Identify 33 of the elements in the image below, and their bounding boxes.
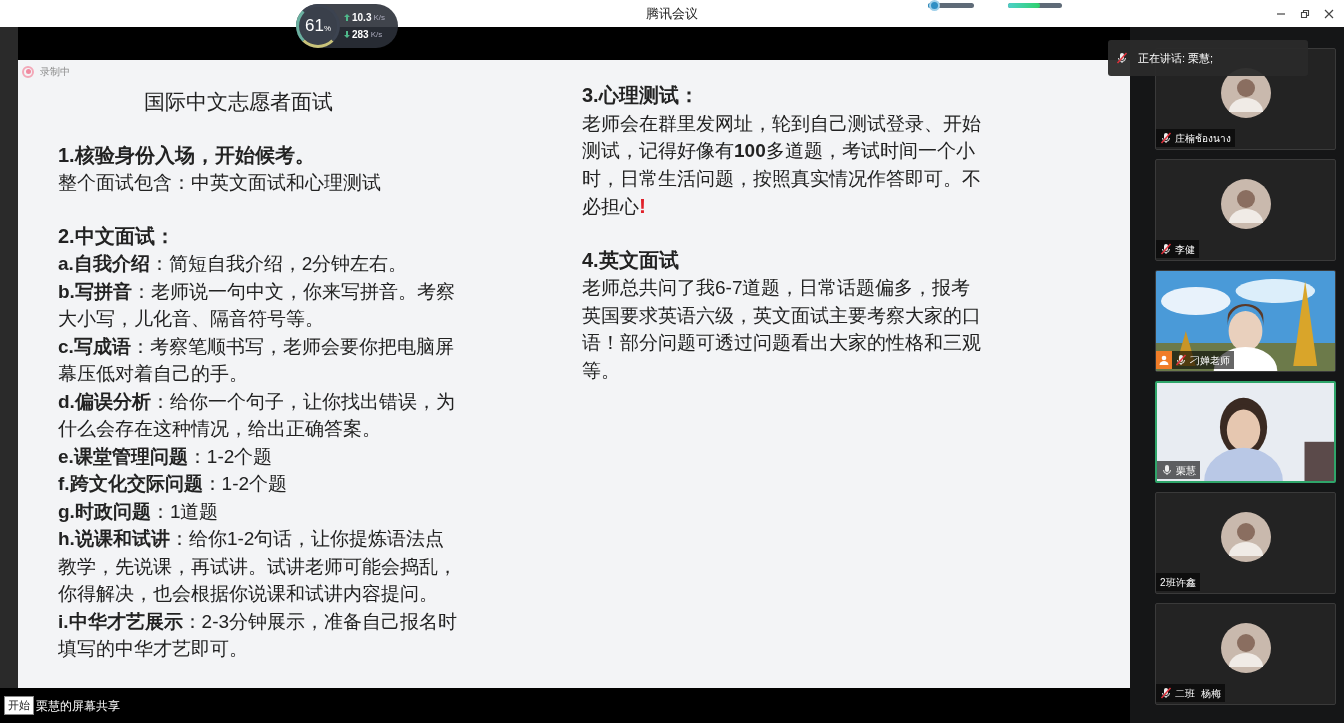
paragraph-text: d.偏误分析：给你一个句子，让你找出错误，为什么会存在这种情况，给出正确答案。 [58,389,456,441]
paragraph-text: e.课堂管理问题：1-2个题 [58,444,274,469]
download-speed: 283 [352,28,369,42]
paragraph-text: 老师会在群里发网址，轮到自己测试登录、开始测试，记得好像有100多道题，考试时间一个小时，日常生活问题，按照真实情况作答即可。不必担心! [582,111,982,219]
download-unit: K/s [370,28,383,41]
paragraph-text: b.写拼音：老师说一句中文，你来写拼音。考察大小写，儿化音、隔音符号等。 [58,279,456,331]
paragraph-text: f.跨文化交际问题：1-2个题 [58,472,289,496]
participant-name: 庄楠ช้องนาง [1175,131,1231,146]
paragraph-text: i.中华才艺展示：2-3分钟展示，准备自己报名时填写的中华才艺即可。 [58,609,458,661]
screen-share-label: 栗慧的屏幕共享 [36,697,120,715]
slide-title: 国际中文志愿者面试 [142,89,334,115]
paragraph-text: 整个面试包含：中英文面试和心理测试 [58,171,382,195]
upload-unit: K/s [373,11,386,24]
section-heading: 1.核验身份入场，开始候考。 [58,142,316,168]
paragraph-text: 老师总共问了我6-7道题，日常话题偏多，报考英国要求英语六级，英文面试主要考察大家的口语！部分问题可透过问题看出大家的性格和三观等。 [582,276,982,383]
paragraph-text: a.自我介绍：简短自我介绍，2分钟左右。 [58,252,409,276]
cpu-percent: 61 [304,15,324,38]
participant-name: 刁婵老师 [1190,353,1230,368]
start-tooltip: 开始 [4,696,34,715]
participant-name: 李健 [1175,242,1195,257]
paragraph-text: h.说课和试讲：给你1-2句话，让你提炼语法点教学，先说课，再试讲。试讲老师可能会捣乱，你得解决，也会根据你说课和试讲内容提问。 [58,527,458,606]
section-heading: 4.英文面试 [582,247,680,273]
paragraph-text: g.时政问题：1道题 [58,499,220,524]
participant-name: 二班 杨梅 [1175,686,1221,701]
section-heading: 3.心理测试： [582,83,700,108]
section-heading: 2.中文面试： [58,223,176,249]
paragraph-text: c.写成语：考察笔顺书写，老师会要你把电脑屏幕压低对着自己的手。 [58,334,455,386]
participant-name: 栗慧 [1176,463,1196,478]
recording-label: 录制中 [40,65,70,79]
participant-name: 2班许鑫 [1160,575,1196,590]
upload-speed: 10.3 [352,11,372,25]
window-title: 腾讯会议 [646,4,698,23]
percent-unit: % [323,23,331,35]
